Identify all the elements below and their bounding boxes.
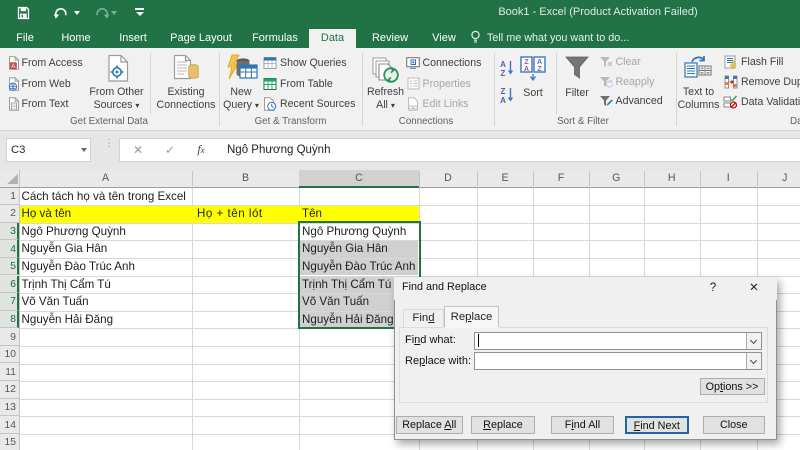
svg-text:A: A (11, 63, 16, 70)
svg-text:A: A (500, 60, 506, 69)
svg-text:A: A (524, 66, 529, 73)
svg-text:Z: Z (524, 59, 529, 66)
svg-text:Z: Z (501, 69, 506, 78)
svg-text:A: A (537, 59, 542, 66)
svg-text:Z: Z (537, 66, 542, 73)
